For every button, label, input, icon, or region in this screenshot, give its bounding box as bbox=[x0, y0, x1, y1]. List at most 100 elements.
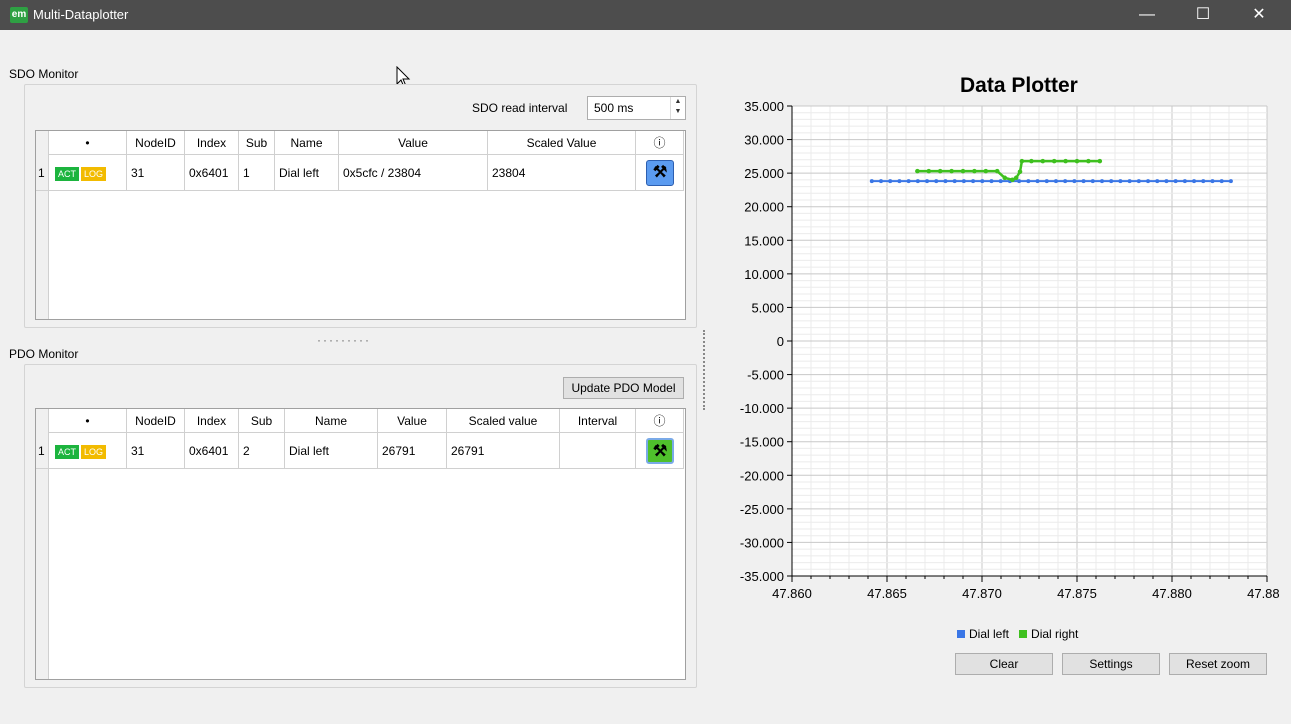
x-tick-label: 47.870 bbox=[962, 586, 1002, 601]
cell-sub: 1 bbox=[239, 155, 275, 191]
cell-index: 0x6401 bbox=[185, 155, 239, 191]
data-point-dial-left bbox=[952, 179, 957, 184]
pdo-col-scaled[interactable]: Scaled value bbox=[447, 409, 560, 433]
cell-name: Dial left bbox=[285, 433, 378, 469]
data-point-dial-left bbox=[971, 179, 976, 184]
data-point-dial-left bbox=[980, 179, 985, 184]
pdo-col-info[interactable]: ⓘ bbox=[636, 409, 684, 433]
splitter-handle[interactable]: ········· bbox=[317, 333, 371, 347]
data-point-dial-left bbox=[1081, 179, 1086, 184]
data-point-dial-left bbox=[906, 179, 911, 184]
cell-interval bbox=[560, 433, 636, 469]
y-tick-label: 25.000 bbox=[744, 166, 784, 181]
x-tick-label: 47.865 bbox=[867, 586, 907, 601]
minimize-button[interactable]: — bbox=[1124, 0, 1170, 30]
x-tick-label: 47.885 bbox=[1247, 586, 1280, 601]
plot-title: Data Plotter bbox=[960, 74, 1078, 97]
data-point-dial-left bbox=[1155, 179, 1160, 184]
act-badge[interactable]: ACT bbox=[55, 444, 79, 459]
wrench-button[interactable]: ⚒ bbox=[646, 160, 674, 186]
sdo-col-status[interactable]: • bbox=[49, 131, 127, 155]
pdo-col-nodeid[interactable]: NodeID bbox=[127, 409, 185, 433]
log-badge[interactable]: LOG bbox=[81, 444, 107, 459]
y-tick-label: 5.000 bbox=[751, 300, 784, 315]
data-point-dial-left bbox=[1127, 179, 1132, 184]
sdo-col-nodeid[interactable]: NodeID bbox=[127, 131, 185, 155]
data-point-dial-left bbox=[1053, 179, 1058, 184]
data-point-dial-right bbox=[1017, 169, 1023, 175]
data-point-dial-right bbox=[972, 168, 977, 174]
sdo-table[interactable]: • NodeID Index Sub Name Value Scaled Val… bbox=[35, 130, 686, 320]
data-point-dial-left bbox=[934, 179, 939, 184]
pdo-col-index[interactable]: Index bbox=[185, 409, 239, 433]
pdo-col-value[interactable]: Value bbox=[378, 409, 447, 433]
y-tick-label: -10.000 bbox=[740, 401, 784, 416]
pdo-table[interactable]: • NodeID Index Sub Name Value Scaled val… bbox=[35, 408, 686, 680]
cell-value: 26791 bbox=[378, 433, 447, 469]
legend-label-dial-left: Dial left bbox=[969, 627, 1010, 641]
pdo-col-sub[interactable]: Sub bbox=[239, 409, 285, 433]
data-point-dial-right bbox=[926, 168, 932, 174]
y-tick-label: -15.000 bbox=[740, 435, 784, 450]
data-point-dial-left bbox=[1118, 179, 1123, 184]
sdo-col-sub[interactable]: Sub bbox=[239, 131, 275, 155]
data-point-dial-left bbox=[869, 179, 874, 184]
sdo-col-index[interactable]: Index bbox=[185, 131, 239, 155]
data-point-dial-right bbox=[960, 168, 966, 174]
pdo-monitor-label: PDO Monitor bbox=[9, 347, 79, 361]
data-point-dial-right bbox=[937, 168, 943, 174]
pdo-col-name[interactable]: Name bbox=[285, 409, 378, 433]
data-point-dial-right bbox=[1029, 158, 1034, 164]
window-title: Multi-Dataplotter bbox=[33, 7, 129, 22]
maximize-button[interactable]: ☐ bbox=[1180, 0, 1226, 30]
data-point-dial-right bbox=[1063, 158, 1068, 164]
pdo-col-status[interactable]: • bbox=[49, 409, 127, 433]
log-badge[interactable]: LOG bbox=[81, 166, 107, 181]
spin-arrows-icon[interactable]: ▲ ▼ bbox=[670, 97, 685, 119]
data-point-dial-left bbox=[888, 179, 893, 184]
data-point-dial-left bbox=[961, 179, 966, 184]
cell-sub: 2 bbox=[239, 433, 285, 469]
data-point-dial-right bbox=[1097, 158, 1103, 164]
act-badge[interactable]: ACT bbox=[55, 166, 79, 181]
update-pdo-model-button[interactable]: Update PDO Model bbox=[563, 377, 684, 399]
y-tick-label: -5.000 bbox=[747, 368, 784, 383]
cell-nodeid: 31 bbox=[127, 155, 185, 191]
data-point-dial-right bbox=[1040, 158, 1046, 164]
status-badges: ACT LOG bbox=[49, 155, 127, 191]
x-tick-label: 47.880 bbox=[1152, 586, 1192, 601]
sdo-col-info[interactable]: ⓘ bbox=[636, 131, 684, 155]
cell-name: Dial left bbox=[275, 155, 339, 191]
clear-button[interactable]: Clear bbox=[955, 653, 1053, 675]
data-point-dial-left bbox=[879, 179, 884, 184]
data-point-dial-left bbox=[1228, 179, 1233, 184]
pdo-col-interval[interactable]: Interval bbox=[560, 409, 636, 433]
status-badges: ACT LOG bbox=[49, 433, 127, 469]
y-tick-label: -20.000 bbox=[740, 468, 784, 483]
close-button[interactable]: ✕ bbox=[1236, 0, 1282, 30]
data-point-dial-left bbox=[943, 179, 948, 184]
cell-scaled: 23804 bbox=[488, 155, 636, 191]
sdo-interval-spinbox[interactable]: 500 ms ▲ ▼ bbox=[587, 96, 686, 120]
legend-swatch-green bbox=[1019, 630, 1028, 638]
data-point-dial-right bbox=[1074, 158, 1080, 164]
settings-button[interactable]: Settings bbox=[1062, 653, 1160, 675]
y-tick-label: -30.000 bbox=[740, 535, 784, 550]
sdo-col-name[interactable]: Name bbox=[275, 131, 339, 155]
sdo-col-scaled[interactable]: Scaled Value bbox=[488, 131, 636, 155]
data-plot[interactable]: 35.000 30.000 25.000 20.000 15.000 10.000 5.00… bbox=[700, 96, 1280, 636]
cell-scaled: 26791 bbox=[447, 433, 560, 469]
row-number: 1 bbox=[36, 155, 49, 191]
data-point-dial-left bbox=[1044, 179, 1049, 184]
data-point-dial-right bbox=[1002, 175, 1008, 181]
data-point-dial-right bbox=[994, 168, 1000, 174]
sdo-col-value[interactable]: Value bbox=[339, 131, 488, 155]
sdo-interval-label: SDO read interval bbox=[472, 101, 568, 115]
data-point-dial-left bbox=[1035, 179, 1040, 184]
wrench-button[interactable]: ⚒ bbox=[646, 438, 674, 464]
reset-zoom-button[interactable]: Reset zoom bbox=[1169, 653, 1267, 675]
data-point-dial-left bbox=[1017, 179, 1022, 184]
data-point-dial-left bbox=[1201, 179, 1206, 184]
y-tick-label: -35.000 bbox=[740, 569, 784, 584]
data-point-dial-left bbox=[1146, 179, 1151, 184]
